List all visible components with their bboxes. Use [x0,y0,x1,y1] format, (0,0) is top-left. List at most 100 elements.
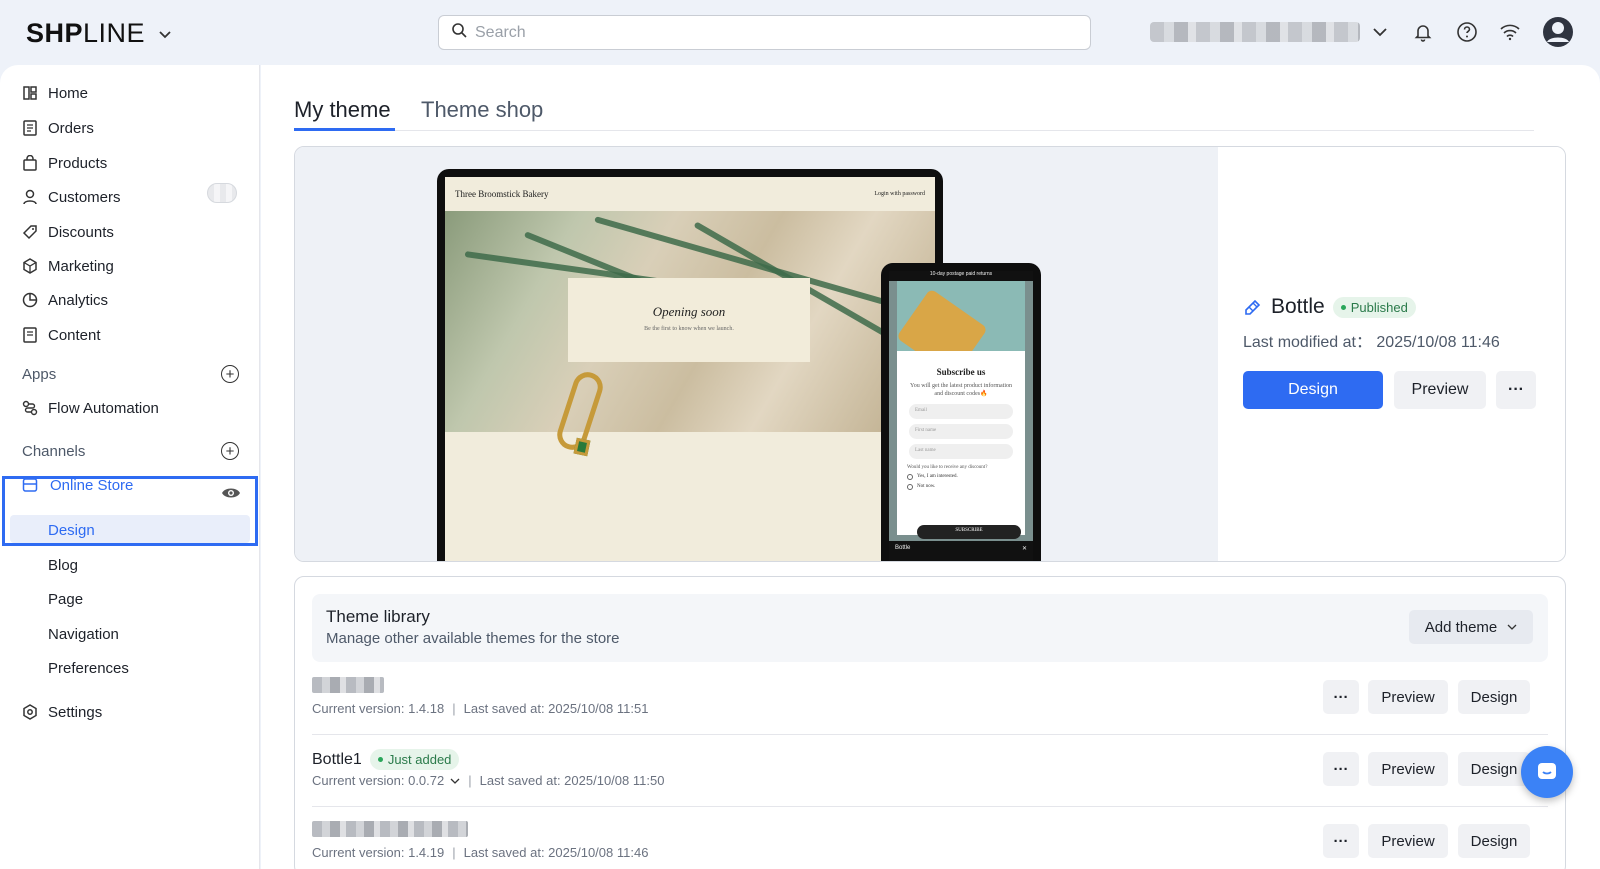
blurred-theme-name [312,677,384,693]
blurred-theme-name [312,821,468,837]
shopline-logo[interactable]: SH P LINE [26,18,171,49]
sidebar-subitem-design[interactable]: Design [48,522,95,539]
sidebar-item-label: Analytics [48,291,109,309]
sidebar-item-label: Marketing [48,257,114,275]
sidebar: Home Orders Products Customers Discounts… [0,65,260,869]
row-preview-button[interactable]: Preview [1368,680,1448,714]
search-box[interactable] [438,15,1091,50]
theme-library-title: Theme library [326,607,430,626]
row-design-button[interactable]: Design [1458,824,1530,858]
theme-version: Current version: 0.0.72 [312,773,445,788]
chevron-down-icon[interactable] [1368,20,1392,44]
chevron-down-icon[interactable] [159,26,171,42]
status-dot [1340,304,1346,310]
add-theme-button[interactable]: Add theme [1409,610,1533,644]
customers-icon [22,189,38,205]
sidebar-subitem-preferences[interactable]: Preferences [48,660,129,677]
tab-theme-shop[interactable]: Theme shop [421,97,543,123]
sidebar-item-flow-automation[interactable]: Flow Automation [22,394,159,422]
top-bar: SH P LINE [0,0,1600,65]
row-design-button[interactable]: Design [1458,752,1530,786]
discounts-icon [22,224,38,240]
row-more-button[interactable]: ··· [1323,824,1359,858]
current-theme-info: Bottle Published Last modified at： 2025/… [1218,147,1565,561]
eye-icon[interactable] [221,486,241,505]
row-preview-button[interactable]: Preview [1368,824,1448,858]
theme-saved: Last saved at: 2025/10/08 11:46 [463,845,649,860]
published-badge: Published [1332,296,1416,318]
add-theme-label: Add theme [1424,618,1498,636]
desktop-preview-mockup: Three Broomstick Bakery Login with passw… [437,169,943,561]
gem-shape [573,437,591,457]
last-name-field: Last name [909,443,1013,459]
sidebar-item-label: Customers [48,188,121,206]
bell-icon[interactable] [1411,20,1435,44]
sidebar-item-marketing[interactable]: Marketing [22,252,114,280]
badge-label: Just added [387,752,452,767]
channels-section-title: Channels [22,443,86,460]
products-icon [22,155,38,171]
sidebar-subitem-page[interactable]: Page [48,591,83,608]
option-no: Not now. [907,483,1015,490]
row-design-button[interactable]: Design [1458,680,1530,714]
add-channel-icon[interactable]: + [221,442,239,460]
sidebar-item-analytics[interactable]: Analytics [22,286,108,314]
sidebar-item-orders[interactable]: Orders [22,114,94,142]
theme-preview-area[interactable]: Three Broomstick Bakery Login with passw… [295,147,1218,561]
theme-row-meta: Current version: 0.0.72 | Last saved at: … [312,773,665,788]
add-app-icon[interactable]: + [221,365,239,383]
main-content: My theme Theme shop Three Broomstick Bak… [261,65,1600,869]
theme-row-meta: Current version: 1.4.18 | Last saved at: 2… [312,701,649,716]
phone-banner: 10-day postage paid returns [889,271,1033,281]
help-icon[interactable] [1455,20,1479,44]
mobile-preview-screen: 10-day postage paid returns Subscribe us… [889,271,1033,561]
status-dot [377,757,383,762]
row-more-button[interactable]: ··· [1323,752,1359,786]
user-avatar-icon[interactable] [1542,16,1574,48]
content-icon [22,327,38,343]
sidebar-item-settings[interactable]: Settings [22,698,102,726]
active-tab-indicator [294,128,395,131]
search-icon [451,22,467,43]
sidebar-item-label: Orders [48,119,94,137]
theme-version: Current version: 1.4.18 [312,701,445,716]
preview-login-link: Login with password [874,191,925,197]
version-dropdown-icon[interactable] [450,778,460,784]
row-more-button[interactable]: ··· [1323,680,1359,714]
design-active-bg [10,515,250,543]
design-button[interactable]: Design [1243,371,1383,409]
store-name-blurred[interactable] [1150,22,1360,42]
theme-row-meta: Current version: 1.4.19 | Last saved at: 2… [312,845,649,860]
wifi-icon[interactable] [1498,20,1522,44]
sidebar-item-discounts[interactable]: Discounts [22,218,114,246]
sidebar-item-online-store[interactable]: Online Store [22,471,133,499]
option-yes: Yes, I am interested. [907,473,1015,480]
published-label: Published [1350,299,1408,315]
row-preview-button[interactable]: Preview [1368,752,1448,786]
sidebar-item-products[interactable]: Products [22,149,107,177]
sidebar-item-label: Online Store [50,476,134,494]
theme-tabs: My theme Theme shop [294,95,1534,131]
marketing-icon [22,258,38,274]
subscribe-title: Subscribe us [936,367,986,377]
email-field: Email [909,403,1013,419]
sidebar-item-home[interactable]: Home [22,79,88,107]
tab-my-theme[interactable]: My theme [294,97,391,123]
sidebar-subitem-blog[interactable]: Blog [48,557,78,574]
sidebar-item-label: Products [48,154,108,172]
close-icon: ✕ [1021,546,1027,552]
chat-support-button[interactable] [1521,746,1573,798]
logo-text-mid: P [64,18,84,48]
radio-icon [907,483,913,490]
search-input[interactable] [475,23,1075,42]
more-options-button[interactable]: ··· [1496,371,1536,409]
sidebar-subitem-navigation[interactable]: Navigation [48,626,119,643]
sidebar-item-content[interactable]: Content [22,321,101,349]
preview-button[interactable]: Preview [1394,371,1486,409]
logo-text-bold: SH [26,18,65,48]
theme-name: Bottle1 [312,750,362,768]
theme-row-name [312,821,468,837]
theme-saved: Last saved at: 2025/10/08 11:51 [463,701,649,716]
sidebar-item-customers[interactable]: Customers [22,183,121,211]
sidebar-item-label: Settings [48,703,103,721]
